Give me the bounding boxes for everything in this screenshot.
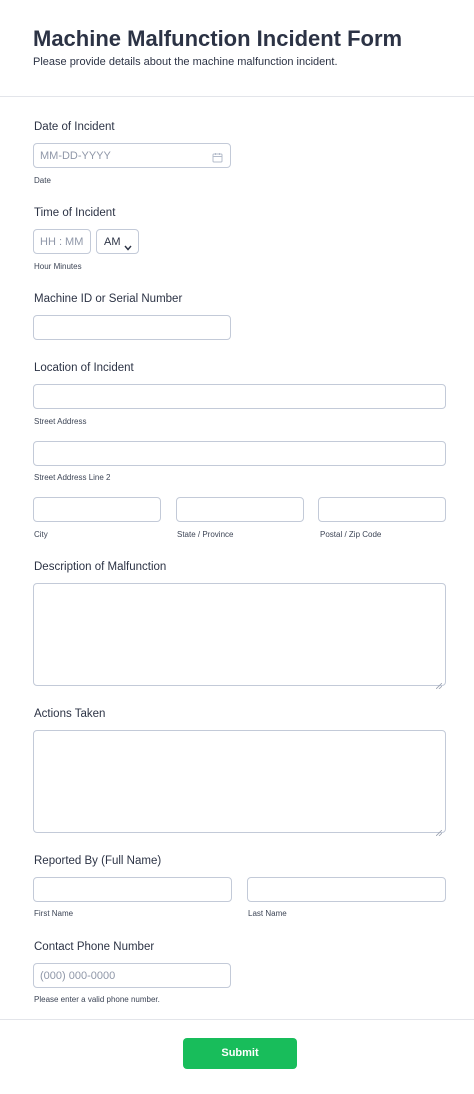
actions-taken-textarea[interactable] <box>33 730 446 837</box>
date-placeholder: MM-DD-YYYY <box>40 150 111 162</box>
first-name-input[interactable] <box>33 877 232 902</box>
street-address-line2-sublabel: Street Address Line 2 <box>34 473 111 482</box>
ampm-value: AM <box>104 236 121 248</box>
time-placeholder: HH : MM <box>40 236 84 248</box>
state-sublabel: State / Province <box>177 530 234 539</box>
state-input[interactable] <box>176 497 304 522</box>
street-address-sublabel: Street Address <box>34 417 87 426</box>
footer-divider <box>0 1019 474 1020</box>
last-name-input[interactable] <box>247 877 446 902</box>
street-address-input[interactable] <box>33 384 446 409</box>
first-name-sublabel: First Name <box>34 909 74 918</box>
location-label: Location of Incident <box>34 362 134 374</box>
resize-handle-icon[interactable] <box>435 676 443 690</box>
phone-sublabel: Please enter a valid phone number. <box>34 995 160 1004</box>
form-title: Machine Malfunction Incident Form <box>33 26 403 51</box>
reported-by-label: Reported By (Full Name) <box>34 855 162 867</box>
time-sublabel: Hour Minutes <box>34 262 82 271</box>
date-input[interactable]: MM-DD-YYYY <box>33 143 231 168</box>
calendar-icon[interactable] <box>212 150 223 168</box>
zip-input[interactable] <box>318 497 446 522</box>
last-name-sublabel: Last Name <box>248 909 287 918</box>
machine-id-input[interactable] <box>33 315 231 340</box>
form-subtitle: Please provide details about the machine… <box>33 56 338 68</box>
description-label: Description of Malfunction <box>34 561 167 573</box>
city-sublabel: City <box>34 530 48 539</box>
form-header: Machine Malfunction Incident Form Please… <box>0 0 474 97</box>
machine-id-label: Machine ID or Serial Number <box>34 293 183 305</box>
chevron-down-icon <box>124 238 132 256</box>
city-input[interactable] <box>33 497 161 522</box>
ampm-select[interactable]: AM <box>96 229 139 254</box>
resize-handle-icon[interactable] <box>435 823 443 837</box>
date-sublabel: Date <box>34 176 51 185</box>
submit-button[interactable]: Submit <box>183 1038 297 1069</box>
description-textarea[interactable] <box>33 583 446 690</box>
phone-input[interactable]: (000) 000-0000 <box>33 963 231 988</box>
phone-placeholder: (000) 000-0000 <box>40 970 116 982</box>
time-input[interactable]: HH : MM <box>33 229 91 254</box>
actions-taken-label: Actions Taken <box>34 708 106 720</box>
time-of-incident-label: Time of Incident <box>34 207 116 219</box>
date-of-incident-label: Date of Incident <box>34 121 115 133</box>
zip-sublabel: Postal / Zip Code <box>320 530 382 539</box>
phone-label: Contact Phone Number <box>34 941 155 953</box>
street-address-line2-input[interactable] <box>33 441 446 466</box>
